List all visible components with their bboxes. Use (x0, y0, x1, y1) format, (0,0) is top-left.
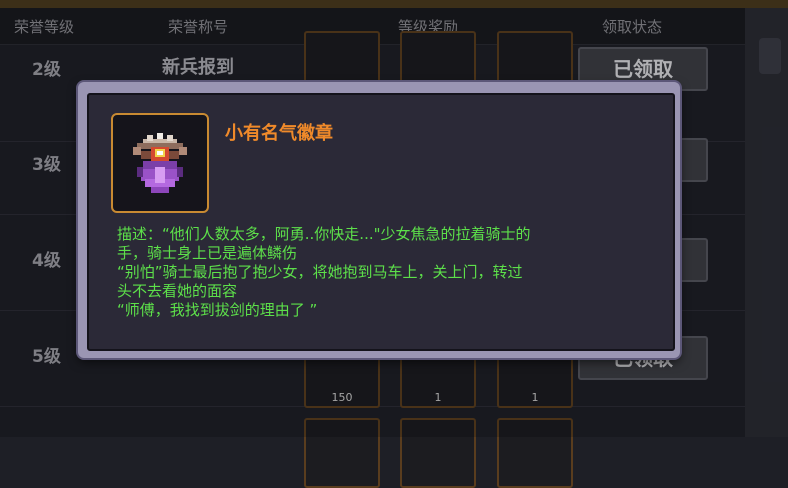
item-tooltip-modal[interactable]: 小有名气徽章 描述：“他们人数太多，阿勇..你快走..."少女焦急的拉着骑士的 … (78, 82, 680, 358)
item-icon-frame (111, 113, 209, 213)
item-description: 描述：“他们人数太多，阿勇..你快走..."少女焦急的拉着骑士的 手，骑士身上已… (117, 225, 657, 320)
description-line: 头不去看她的面容 (117, 282, 238, 300)
description-line: 描述：“他们人数太多，阿勇..你快走..."少女焦急的拉着骑士的 (117, 225, 531, 243)
description-line: “师傅，我找到拔剑的理由了 ” (117, 301, 318, 319)
badge-icon (133, 133, 187, 193)
item-title: 小有名气徽章 (225, 123, 333, 144)
item-tooltip-panel: 小有名气徽章 描述：“他们人数太多，阿勇..你快走..."少女焦急的拉着骑士的 … (87, 93, 675, 351)
description-line: “别怕”骑士最后抱了抱少女，将她抱到马车上，关上门，转过 (117, 263, 523, 281)
description-line: 手，骑士身上已是遍体鳞伤 (117, 244, 298, 262)
